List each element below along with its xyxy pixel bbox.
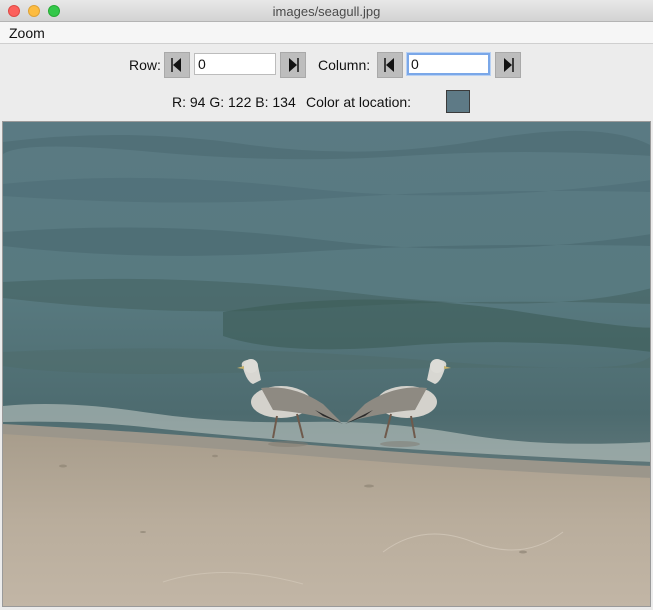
menu-zoom[interactable]: Zoom bbox=[9, 25, 45, 41]
right-arrow-icon bbox=[504, 58, 514, 72]
color-at-location-label: Color at location: bbox=[306, 94, 412, 110]
row-prev-button[interactable] bbox=[164, 52, 190, 78]
row-label: Row: bbox=[129, 57, 161, 73]
title-bar: images/seagull.jpg bbox=[0, 0, 653, 22]
row-next-button[interactable] bbox=[280, 52, 306, 78]
seagull-photo bbox=[3, 122, 650, 606]
picture-explorer-window: images/seagull.jpg Zoom Row: Column: R: … bbox=[0, 0, 653, 610]
rgb-readout: R: 94 G: 122 B: 134 bbox=[172, 94, 296, 110]
column-label: Column: bbox=[318, 57, 371, 73]
row-input[interactable] bbox=[194, 53, 276, 75]
right-arrow-icon bbox=[289, 58, 299, 72]
left-arrow-icon bbox=[171, 58, 181, 72]
window-title: images/seagull.jpg bbox=[272, 4, 381, 19]
column-input[interactable] bbox=[407, 53, 490, 75]
menu-bar: Zoom bbox=[0, 22, 653, 44]
left-arrow-icon bbox=[384, 58, 394, 72]
column-prev-button[interactable] bbox=[377, 52, 403, 78]
image-canvas[interactable] bbox=[2, 121, 651, 607]
color-swatch bbox=[446, 90, 470, 113]
column-next-button[interactable] bbox=[495, 52, 521, 78]
